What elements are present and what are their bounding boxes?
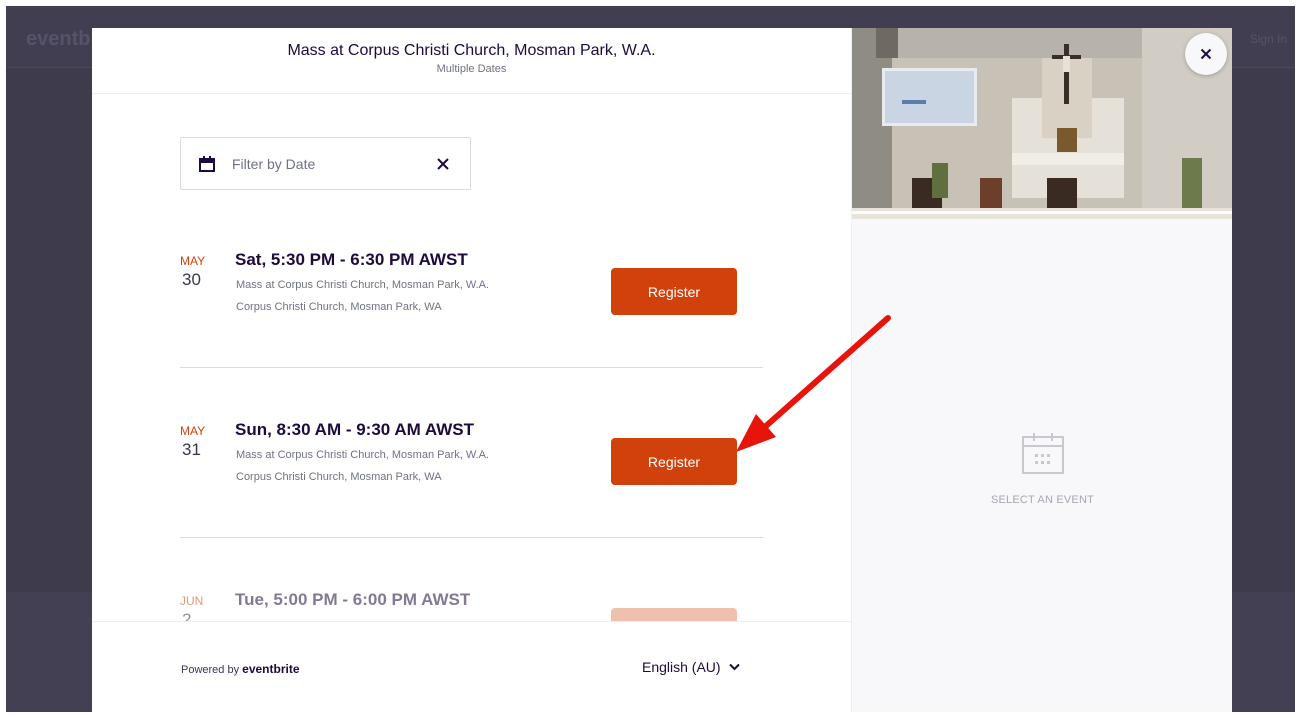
event-day: 31 — [182, 440, 201, 459]
event-title: Mass at Corpus Christi Church, Mosman Pa… — [236, 279, 490, 291]
event-venue: Corpus Christi Church, Mosman Park, WA — [236, 471, 442, 483]
page-background: eventbrite Sign In Mass at Corpus Christ… — [6, 6, 1295, 712]
event-month: MAY — [180, 254, 206, 268]
event-time: Tue, 5:00 PM - 6:00 PM AWST — [235, 590, 471, 609]
event-hero-image — [852, 28, 1232, 219]
calendar-icon — [199, 155, 215, 172]
calendar-placeholder-icon — [1021, 433, 1064, 474]
chevron-down-icon — [728, 663, 740, 671]
select-an-event-label: SELECT AN EVENT — [990, 494, 1095, 506]
modal-footer: Powered by eventbrite English (AU) — [92, 621, 851, 712]
empty-state: SELECT AN EVENT — [852, 433, 1232, 506]
powered-by-label: Powered by — [181, 664, 240, 676]
event-time: Sun, 8:30 AM - 9:30 AM AWST — [235, 420, 474, 439]
event-list-panel: Mass at Corpus Christi Church, Mosman Pa… — [92, 28, 851, 712]
powered-by[interactable]: Powered by eventbrite — [181, 662, 300, 676]
modal-subtitle: Multiple Dates — [436, 63, 507, 75]
event-title: Mass at Corpus Christi Church, Mosman Pa… — [236, 449, 490, 461]
language-label: English (AU) — [642, 659, 721, 675]
modal-header: Mass at Corpus Christi Church, Mosman Pa… — [92, 28, 851, 94]
close-icon[interactable] — [436, 157, 450, 171]
close-button[interactable] — [1185, 33, 1227, 75]
eventbrite-brand: eventbrite — [242, 662, 300, 676]
register-button[interactable]: Register — [611, 268, 737, 315]
event-details-panel: SELECT AN EVENT — [851, 28, 1232, 712]
modal-title: Mass at Corpus Christi Church, Mosman Pa… — [287, 42, 656, 59]
register-button[interactable]: Register — [611, 438, 737, 485]
event-venue: Corpus Christi Church, Mosman Park, WA — [236, 301, 442, 313]
close-icon — [1200, 48, 1212, 60]
event-row: MAY 30 Sat, 5:30 PM - 6:30 PM AWST Mass … — [180, 250, 763, 394]
filter-by-date-input[interactable]: Filter by Date — [180, 137, 471, 190]
event-time: Sat, 5:30 PM - 6:30 PM AWST — [235, 250, 468, 269]
event-month: MAY — [180, 424, 206, 438]
event-row: MAY 31 Sun, 8:30 AM - 9:30 AM AWST Mass … — [180, 420, 763, 564]
divider — [180, 537, 763, 538]
filter-label: Filter by Date — [232, 155, 316, 172]
event-day: 30 — [182, 270, 201, 289]
divider — [180, 367, 763, 368]
event-month: JUN — [180, 594, 204, 608]
language-select[interactable]: English (AU) — [642, 659, 740, 675]
checkout-modal: Mass at Corpus Christi Church, Mosman Pa… — [92, 28, 1232, 712]
background-signin: Sign In — [1249, 32, 1287, 46]
